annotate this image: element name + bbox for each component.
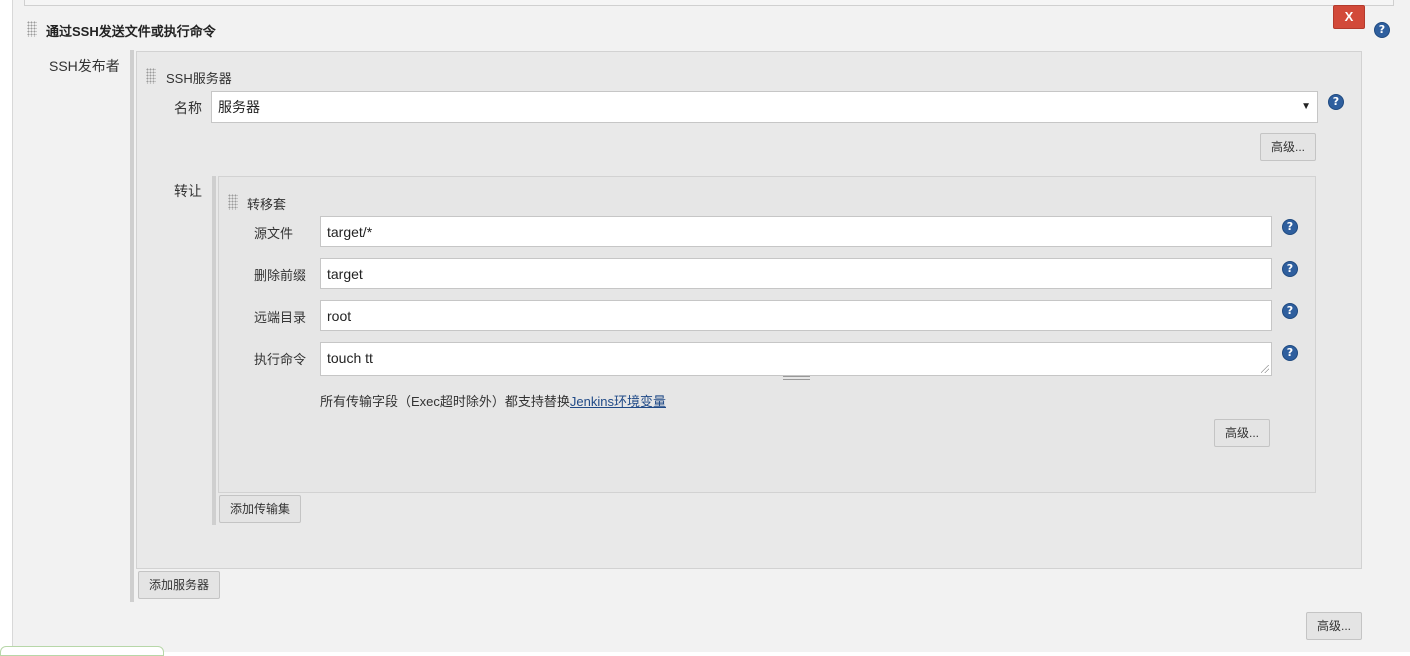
transfer-advanced-button[interactable]: 高级... (1214, 419, 1270, 447)
ssh-publisher-label: SSH发布者 (49, 58, 120, 74)
jenkins-env-vars-link[interactable]: Jenkins环境变量 (570, 394, 666, 409)
server-name-value: 服务器 (218, 99, 260, 115)
section-title: 通过SSH发送文件或执行命令 (46, 24, 216, 39)
source-files-input[interactable]: target/* (320, 216, 1272, 247)
name-label: 名称 (174, 100, 202, 116)
help-icon[interactable]: ? (1282, 261, 1298, 277)
help-icon[interactable]: ? (1282, 345, 1298, 361)
drag-handle-icon[interactable] (27, 21, 37, 37)
remove-prefix-label: 删除前缀 (254, 268, 307, 283)
textarea-resize-handle[interactable] (783, 376, 810, 380)
help-icon[interactable]: ? (1282, 219, 1298, 235)
help-icon[interactable]: ? (1374, 22, 1390, 38)
remove-prefix-input[interactable]: target (320, 258, 1272, 289)
resize-corner-icon[interactable] (1261, 365, 1269, 373)
transfer-block-bar (212, 176, 216, 525)
server-block-bar (130, 50, 134, 602)
drag-handle-icon[interactable] (228, 194, 238, 210)
transfer-set-title: 转移套 (247, 197, 287, 212)
drag-handle-icon[interactable] (146, 68, 156, 84)
server-advanced-button[interactable]: 高级... (1260, 133, 1316, 161)
delete-step-button[interactable]: X (1333, 5, 1365, 29)
remote-directory-label: 远端目录 (254, 310, 307, 325)
dropdown-arrow-icon: ▼ (1301, 101, 1311, 112)
ssh-server-title: SSH服务器 (166, 71, 232, 86)
remote-directory-input[interactable]: root (320, 300, 1272, 331)
bottom-advanced-button[interactable]: 高级... (1306, 612, 1362, 640)
transfer-label: 转让 (174, 183, 202, 199)
add-transfer-set-button[interactable]: 添加传输集 (219, 495, 301, 523)
bottom-tab-edge (0, 646, 164, 656)
exec-command-textarea[interactable]: touch tt (320, 342, 1272, 376)
add-server-button[interactable]: 添加服务器 (138, 571, 220, 599)
exec-command-label: 执行命令 (254, 352, 307, 367)
server-name-select[interactable]: 服务器 ▼ (211, 91, 1318, 123)
help-icon[interactable]: ? (1282, 303, 1298, 319)
env-vars-note-text: 所有传输字段（Exec超时除外）都支持替换 (320, 394, 570, 409)
previous-section-edge (24, 0, 1394, 6)
source-files-label: 源文件 (254, 226, 294, 241)
exec-command-value: touch tt (327, 350, 373, 366)
env-vars-note: 所有传输字段（Exec超时除外）都支持替换Jenkins环境变量 (320, 391, 666, 410)
help-icon[interactable]: ? (1328, 94, 1344, 110)
